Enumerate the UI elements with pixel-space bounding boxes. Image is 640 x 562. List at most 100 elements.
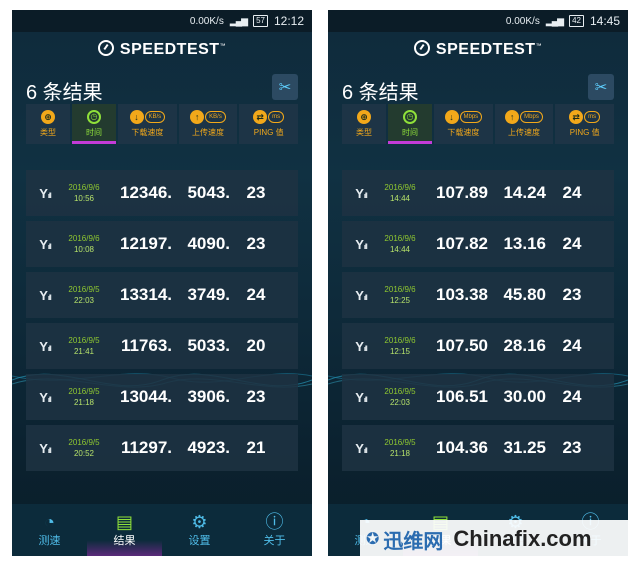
ping-value: 24 [246,285,266,304]
sort-tab-ping[interactable]: ⇄ ms PING 值 [555,104,615,144]
ping-value: 23 [562,438,582,457]
download-value: 104.36 [436,438,488,457]
download-value: 107.82 [436,234,488,253]
wrench-icon: ✂ [594,79,608,96]
gauge-logo-icon [413,40,430,56]
sort-tab-ping[interactable]: ⇄ ms PING 值 [239,104,299,144]
watermark: ✪ 迅维网 Chinafix.com [360,520,638,558]
result-row[interactable]: Yıll 2016/9/6 12:15 107.50 28.16 24 [342,323,614,369]
result-row[interactable]: Yıll 2016/9/5 21:18 104.36 31.25 23 [342,425,614,471]
sort-bar: ⊕ 类型 ◷ 时间 ↓ KB/s 下载速度 ↑ KB/s 上传速度 ⇄ ms PING… [26,104,299,144]
ping-value: 24 [562,336,582,355]
result-row[interactable]: Yıll 2016/9/6 12:25 103.38 45.80 23 [342,272,614,318]
clock: 12:12 [273,14,304,28]
results-count: 6 条结果 [342,82,419,104]
result-row[interactable]: Yıll 2016/9/5 22:03 13314. 3749. 24 [26,272,298,318]
sort-tab-type[interactable]: ⊕ 类型 [342,104,386,144]
sort-tab-download[interactable]: ↓ KB/s 下载速度 [118,104,177,144]
upload-value: 5043. [187,183,230,202]
result-row[interactable]: Yıll 2016/9/6 14:44 107.82 13.16 24 [342,221,614,267]
upload-value: 3906. [187,387,230,406]
nav-settings[interactable]: ⚙ 设置 [162,504,237,556]
upload-value: 5033. [187,336,230,355]
download-value: 12346. [120,183,172,202]
battery-indicator: 57 [253,15,268,27]
upload-value: 28.16 [503,336,546,355]
speedtest-logo: SPEEDTEST™ [12,40,312,59]
download-value: 106.51 [436,387,488,406]
result-row[interactable]: Yıll 2016/9/5 22:03 106.51 30.00 24 [342,374,614,420]
network-speed: 0.00K/s [189,15,224,27]
wifi-signal-icon: Yıll [355,185,367,201]
status-bar: 0.00K/s ▂▄▆ 57 12:12 [12,10,312,32]
wifi-signal-icon: Yıll [39,287,51,303]
nav-speedtest[interactable]: ◔ 测速 [12,504,87,556]
ping-value: 23 [246,234,266,253]
result-row[interactable]: Yıll 2016/9/6 14:44 107.89 14.24 24 [342,170,614,216]
download-arrow-icon: ↓ [129,110,144,124]
ping-value: 21 [246,438,266,457]
download-value: 103.38 [436,285,488,304]
upload-arrow-icon: ↑ [505,110,520,124]
network-speed: 0.00K/s [505,15,540,27]
result-row[interactable]: Yıll 2016/9/6 10:56 12346. 5043. 23 [26,170,298,216]
nav-about[interactable]: ⓘ 关于 [237,504,312,556]
sort-tab-time[interactable]: ◷ 时间 [388,104,432,144]
sort-tab-type[interactable]: ⊕ 类型 [26,104,70,144]
download-value: 13314. [120,285,172,304]
wifi-signal-icon: Yıll [39,389,51,405]
bottom-nav: ◔ 测速 ▤ 结果 ⚙ 设置 ⓘ 关于 [12,504,312,556]
upload-value: 30.00 [503,387,546,406]
gauge-icon: ◔ [44,512,55,532]
download-value: 11297. [120,438,172,457]
result-row[interactable]: Yıll 2016/9/5 21:18 13044. 3906. 23 [26,374,298,420]
ping-icon: ⇄ [569,110,584,124]
battery-indicator: 42 [569,15,584,27]
globe-icon: ⊕ [41,110,55,124]
ping-value: 24 [562,183,582,202]
wifi-signal-icon: Yıll [39,236,51,252]
sort-tab-upload[interactable]: ↑ Mbps 上传速度 [494,104,554,144]
sort-bar: ⊕ 类型 ◷ 时间 ↓ Mbps 下载速度 ↑ Mbps 上传速度 ⇄ ms PING… [342,104,615,144]
watermark-site-en: Chinafix.com [453,526,592,551]
upload-value: 3749. [187,285,230,304]
ping-icon: ⇄ [253,110,268,124]
phone-screen-mbps: 0.00K/s ▂▄▆ 42 14:45 SPEEDTEST™ 6 条结果 ✂ … [328,10,628,556]
sort-tab-download[interactable]: ↓ Mbps 下载速度 [434,104,493,144]
watermark-site-cn: 迅维网 [383,530,444,553]
wifi-signal-icon: Yıll [355,389,367,405]
result-row[interactable]: Yıll 2016/9/5 20:52 11297. 4923. 21 [26,425,298,471]
result-row[interactable]: Yıll 2016/9/6 10:08 12197. 4090. 23 [26,221,298,267]
ping-value: 20 [246,336,266,355]
upload-value: 14.24 [503,183,546,202]
download-value: 107.89 [436,183,488,202]
globe-icon: ⊕ [357,110,371,124]
results-count: 6 条结果 [26,82,103,104]
clock-icon: ◷ [87,110,101,124]
signal-icon: ▂▄▆ [229,15,248,26]
sort-tab-upload[interactable]: ↑ KB/s 上传速度 [178,104,238,144]
download-arrow-icon: ↓ [444,110,459,124]
result-row[interactable]: Yıll 2016/9/5 21:41 11763. 5033. 20 [26,323,298,369]
gear-icon: ⚙ [191,512,208,532]
info-icon: ⓘ [265,512,284,532]
download-value: 13044. [120,387,172,406]
wifi-signal-icon: Yıll [355,287,367,303]
wifi-signal-icon: Yıll [355,338,367,354]
wifi-signal-icon: Yıll [355,236,367,252]
upload-value: 4923. [187,438,230,457]
nav-results[interactable]: ▤ 结果 [87,504,162,556]
download-value: 107.50 [436,336,488,355]
phone-screen-kbps: 0.00K/s ▂▄▆ 57 12:12 SPEEDTEST™ 6 条结果 ✂ … [12,10,312,556]
tools-button[interactable]: ✂ [272,74,298,100]
clock: 14:45 [589,14,620,28]
wifi-signal-icon: Yıll [39,338,51,354]
upload-value: 45.80 [503,285,546,304]
download-value: 11763. [120,336,172,355]
wifi-signal-icon: Yıll [39,185,51,201]
ping-value: 24 [562,387,582,406]
tools-button[interactable]: ✂ [588,74,614,100]
sort-tab-time[interactable]: ◷ 时间 [72,104,116,144]
clock-icon: ◷ [403,110,417,124]
download-value: 12197. [120,234,172,253]
